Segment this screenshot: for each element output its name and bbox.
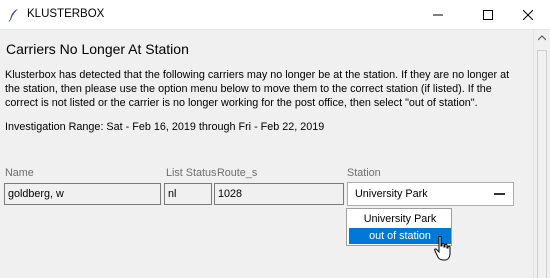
minimize-button[interactable] — [415, 0, 460, 30]
list-status-column-header: List Status — [166, 167, 217, 179]
route-field: 1028 — [214, 183, 344, 205]
station-selected-value: University Park — [355, 188, 428, 200]
mouse-cursor-icon — [434, 236, 451, 261]
route-column-header: Route_s — [217, 167, 258, 179]
station-column-header: Station — [347, 167, 381, 179]
maximize-icon — [482, 10, 493, 20]
option-menu-indicator-icon — [494, 193, 505, 195]
minimize-icon — [432, 14, 443, 16]
scrollbar-thumb[interactable] — [537, 50, 547, 278]
list-status-field: nl — [164, 183, 212, 205]
maximize-button[interactable] — [465, 0, 510, 30]
investigation-range: Investigation Range: Sat - Feb 16, 2019 … — [5, 121, 325, 133]
carrier-name-field: goldberg, w — [4, 183, 161, 205]
station-option-menu[interactable]: University Park — [347, 182, 514, 206]
close-button[interactable] — [505, 0, 550, 30]
menu-item-university-park[interactable]: University Park — [349, 211, 451, 227]
description-text: Klusterbox has detected that the followi… — [5, 69, 510, 109]
feather-icon — [8, 8, 20, 22]
close-icon — [522, 10, 533, 20]
title-bar: KLUSTERBOX — [0, 0, 550, 30]
page-title: Carriers No Longer At Station — [6, 41, 189, 57]
scroll-up-arrow-icon[interactable] — [538, 34, 546, 42]
vertical-scrollbar[interactable] — [533, 30, 550, 278]
name-column-header: Name — [5, 167, 34, 179]
window-title: KLUSTERBOX — [27, 8, 105, 20]
